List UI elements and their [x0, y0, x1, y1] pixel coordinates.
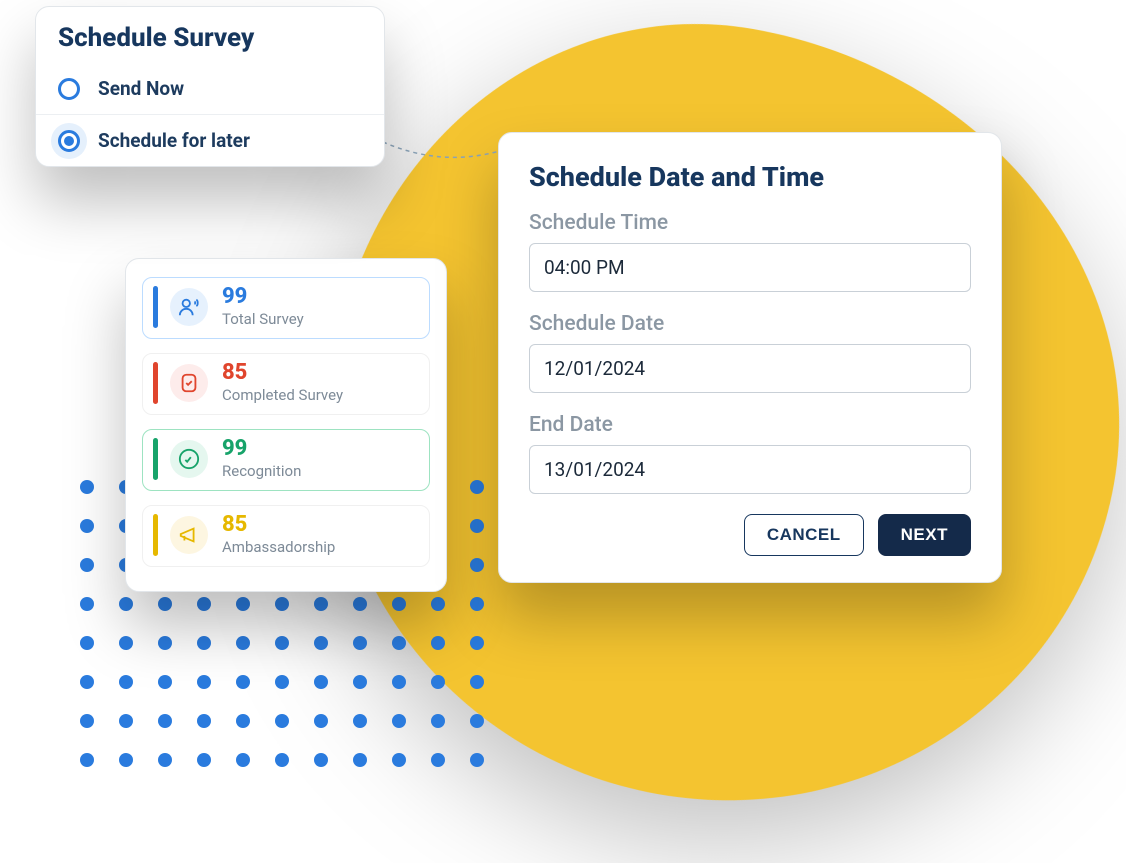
- radio-option-schedule-later[interactable]: Schedule for later: [36, 114, 384, 166]
- stat-label: Total Survey: [222, 310, 304, 328]
- schedule-time-input[interactable]: 04:00 PM: [529, 243, 971, 292]
- radio-label: Schedule for later: [98, 129, 250, 152]
- schedule-date-input[interactable]: 12/01/2024: [529, 344, 971, 393]
- radio-icon: [58, 130, 80, 152]
- stat-label: Recognition: [222, 462, 301, 480]
- stat-accent-bar: [153, 362, 158, 404]
- stat-value: 99: [222, 286, 304, 308]
- schedule-date-label: Schedule Date: [529, 312, 971, 336]
- stat-value: 85: [222, 514, 335, 536]
- checklist-icon: [170, 364, 208, 402]
- cancel-button[interactable]: CANCEL: [744, 514, 864, 556]
- stat-recognition[interactable]: 99 Recognition: [142, 429, 430, 491]
- stat-label: Completed Survey: [222, 386, 343, 404]
- stat-ambassadorship[interactable]: 85 Ambassadorship: [142, 505, 430, 567]
- connector-line: [383, 140, 503, 160]
- people-icon: [170, 288, 208, 326]
- schedule-time-label: Schedule Time: [529, 211, 971, 235]
- radio-icon: [58, 78, 80, 100]
- radio-label: Send Now: [98, 77, 184, 100]
- schedule-form-heading: Schedule Date and Time: [529, 161, 971, 193]
- radio-option-send-now[interactable]: Send Now: [36, 63, 384, 114]
- schedule-survey-card: Schedule Survey Send Now Schedule for la…: [35, 6, 385, 167]
- stat-accent-bar: [153, 286, 158, 328]
- end-date-input[interactable]: 13/01/2024: [529, 445, 971, 494]
- megaphone-icon: [170, 516, 208, 554]
- stat-total-survey[interactable]: 99 Total Survey: [142, 277, 430, 339]
- next-button[interactable]: NEXT: [878, 514, 971, 556]
- thumbs-up-icon: [170, 440, 208, 478]
- schedule-form-card: Schedule Date and Time Schedule Time 04:…: [498, 132, 1002, 583]
- stat-value: 99: [222, 438, 301, 460]
- form-button-row: CANCEL NEXT: [529, 514, 971, 556]
- stat-accent-bar: [153, 438, 158, 480]
- schedule-survey-title: Schedule Survey: [36, 7, 384, 63]
- stats-card: 99 Total Survey 85 Completed Survey 99 R…: [125, 258, 447, 592]
- stat-value: 85: [222, 362, 343, 384]
- stat-label: Ambassadorship: [222, 538, 335, 556]
- end-date-label: End Date: [529, 413, 971, 437]
- stat-completed-survey[interactable]: 85 Completed Survey: [142, 353, 430, 415]
- stat-accent-bar: [153, 514, 158, 556]
